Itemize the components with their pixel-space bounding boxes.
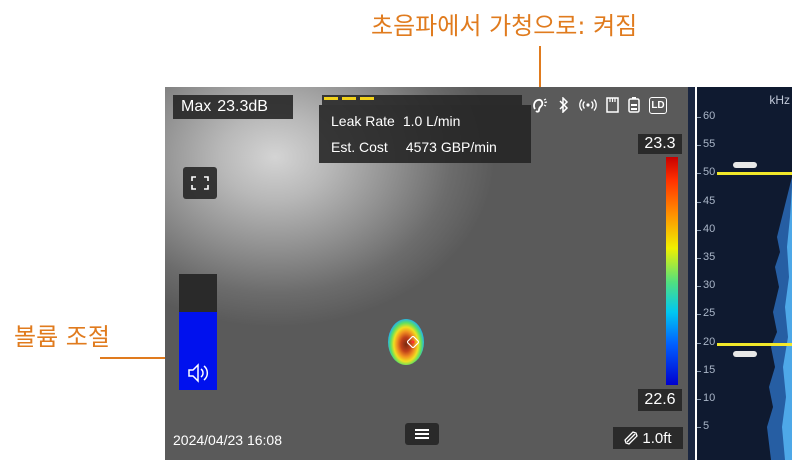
annotation-top-pointer-line [539,46,541,90]
upper-limit-handle[interactable] [733,162,757,168]
speaker-icon [188,363,209,383]
spectrum-tick-label: 35 [703,251,716,263]
bluetooth-icon [559,97,569,113]
max-value: 23.3dB [217,98,268,115]
sd-card-icon [606,97,619,113]
battery-icon [628,97,640,113]
spectrum-tick-label: 60 [703,110,716,122]
lower-limit-line[interactable] [717,343,792,346]
spectrum-tick-label: 5 [703,420,710,433]
distance-value: 1.0ft [642,429,672,447]
scale-min-value: 22.6 [638,389,682,411]
leak-rate-value: 1.0 L/min [402,113,461,129]
volume-track [179,274,217,312]
leak-info-panel: Leak Rate 1.0 L/min Est. Cost 4573 GBP/min [319,105,531,163]
spectrum-tick-label: 50 [703,166,716,179]
spectrum-tick [697,370,701,372]
spectrum-tick-label: 40 [703,222,716,235]
spectrum-tick [697,173,701,175]
distance-readout[interactable]: 1.0ft [613,427,683,449]
spectrum-tick [697,201,701,203]
wireless-icon [579,99,597,111]
spectrum-tick [697,117,701,118]
focus-frame-button[interactable] [183,167,217,199]
crosshair-icon [407,336,419,348]
frequency-spectrum: kHz 60 55 50 45 40 35 30 25 20 15 10 5 [697,87,792,460]
spectrum-tick [697,258,701,259]
max-label: Max [181,98,212,115]
upper-limit-line[interactable] [717,172,792,175]
mode-indicator-strip [322,95,522,105]
spectrum-tick-label: 45 [703,194,716,207]
menu-button[interactable] [405,423,439,445]
spectrum-tick [697,427,701,429]
camera-view: Max 23.3dB Leak Rate 1.0 L/min Est. Cost 4… [165,87,695,460]
spectrum-tick [697,229,701,231]
spectrum-tick-label: 15 [703,363,716,376]
est-cost-value: 4573 GBP/min [405,139,497,155]
spectrum-tick-label: 25 [703,307,716,320]
est-cost-label: Est. Cost [331,139,388,155]
ld-icon: LD [649,96,667,114]
color-scale-bar [666,157,678,385]
annotation-volume-control: 볼륨 조절 [14,323,110,351]
spectrum-tick-label: 10 [703,392,716,404]
hearing-icon [533,98,548,113]
leak-rate-label: Leak Rate [331,113,395,129]
tape-measure-icon [624,431,639,445]
spectrum-tick-label: 20 [703,335,716,348]
spectrum-tick [697,399,701,400]
focus-frame-icon [191,176,209,190]
volume-slider[interactable] [179,274,217,390]
spectrum-tick [697,314,701,316]
annotation-ultrasonic-to-audible: 초음파에서 가청으로: 켜짐 [371,12,638,40]
spectrum-tick-label: 30 [703,279,716,292]
max-level-readout: Max 23.3dB [173,95,293,119]
spectrum-tick [697,145,701,147]
status-bar: LD [531,95,691,115]
menu-icon [415,429,429,439]
lower-limit-handle[interactable] [733,351,757,357]
scale-max-value: 23.3 [638,134,682,154]
frequency-panel-edge [688,87,695,460]
spectrum-tick-label: 55 [703,138,716,151]
spectrum-tick [697,286,701,288]
timestamp: 2024/04/23 16:08 [173,432,282,448]
spectrum-tick [697,342,701,344]
